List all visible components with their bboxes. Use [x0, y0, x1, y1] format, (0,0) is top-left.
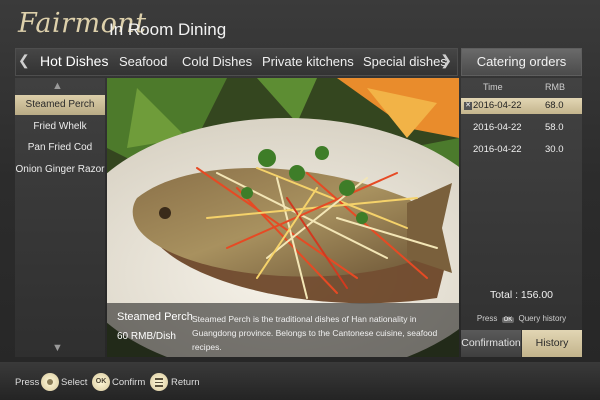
tab-cold-dishes[interactable]: Cold Dishes	[182, 54, 252, 69]
category-tabbar: ❮ Hot Dishes Seafood Cold Dishes Private…	[15, 48, 458, 76]
ok-button-icon: OK	[92, 373, 110, 391]
order-amount: 58.0	[545, 122, 564, 133]
menu-return-icon	[150, 373, 168, 391]
dish-item-pan-fried-cod[interactable]: Pan Fried Cod	[15, 138, 105, 158]
dish-price: 60 RMB/Dish	[117, 331, 176, 342]
tab-hot-dishes[interactable]: Hot Dishes	[40, 53, 108, 69]
query-history-hint: Press OK Query history	[461, 314, 582, 323]
dish-item-fried-whelk[interactable]: Fried Whelk	[15, 117, 105, 137]
chevron-right-icon[interactable]: ❯	[440, 52, 452, 69]
order-date: 2016-04-22	[473, 144, 522, 155]
remote-hint-bar: Press Select OK Confirm Return	[0, 362, 600, 400]
dish-list: ▲ Steamed Perch Fried Whelk Pan Fried Co…	[15, 78, 105, 357]
catering-orders-panel: Time RMB ✕ 2016-04-22 68.0 2016-04-22 58…	[461, 78, 582, 357]
order-date: 2016-04-22	[473, 122, 522, 133]
query-press-label: Press	[476, 314, 498, 323]
dish-description: Steamed Perch is the traditional dishes …	[192, 314, 438, 352]
order-buttons: Confirmation History	[461, 330, 582, 357]
dish-item-steamed-perch[interactable]: Steamed Perch	[15, 95, 105, 115]
dpad-icon	[41, 373, 59, 391]
chevron-up-icon[interactable]: ▲	[52, 80, 63, 92]
order-amount: 30.0	[545, 144, 564, 155]
footer-select-label: Select	[61, 377, 88, 388]
history-button[interactable]: History	[522, 330, 582, 357]
tab-special-dishes[interactable]: Special dishes	[363, 54, 447, 69]
dish-name: Steamed Perch	[117, 311, 193, 323]
order-row[interactable]: ✕ 2016-04-22 68.0	[461, 98, 582, 114]
tab-seafood[interactable]: Seafood	[119, 54, 167, 69]
confirmation-button[interactable]: Confirmation	[461, 330, 521, 357]
order-row[interactable]: 2016-04-22 30.0	[461, 142, 582, 158]
order-row[interactable]: 2016-04-22 58.0	[461, 120, 582, 136]
order-total: Total : 156.00	[489, 289, 554, 301]
order-date: 2016-04-22	[473, 100, 522, 111]
footer-confirm-label: Confirm	[112, 377, 146, 388]
footer-return-label: Return	[171, 377, 200, 388]
chevron-down-icon[interactable]: ▼	[52, 342, 63, 354]
order-amount: 68.0	[545, 100, 564, 111]
dish-item-onion-ginger-razor[interactable]: Onion Ginger Razor	[15, 160, 105, 180]
page-title: In Room Dining	[109, 20, 227, 39]
query-history-label: Query history	[518, 314, 567, 323]
delete-icon[interactable]: ✕	[464, 102, 472, 110]
footer-press-label: Press	[15, 377, 40, 388]
dish-caption: Steamed Perch 60 RMB/Dish Steamed Perch …	[107, 303, 459, 357]
dish-photo: Steamed Perch 60 RMB/Dish Steamed Perch …	[107, 78, 459, 357]
column-header-time: Time	[483, 82, 503, 92]
chevron-left-icon[interactable]: ❮	[18, 52, 30, 69]
tab-private-kitchens[interactable]: Private kitchens	[262, 54, 354, 69]
ok-key-icon: OK	[501, 317, 515, 323]
catering-orders-title: Catering orders	[461, 48, 582, 76]
column-header-rmb: RMB	[545, 82, 565, 92]
